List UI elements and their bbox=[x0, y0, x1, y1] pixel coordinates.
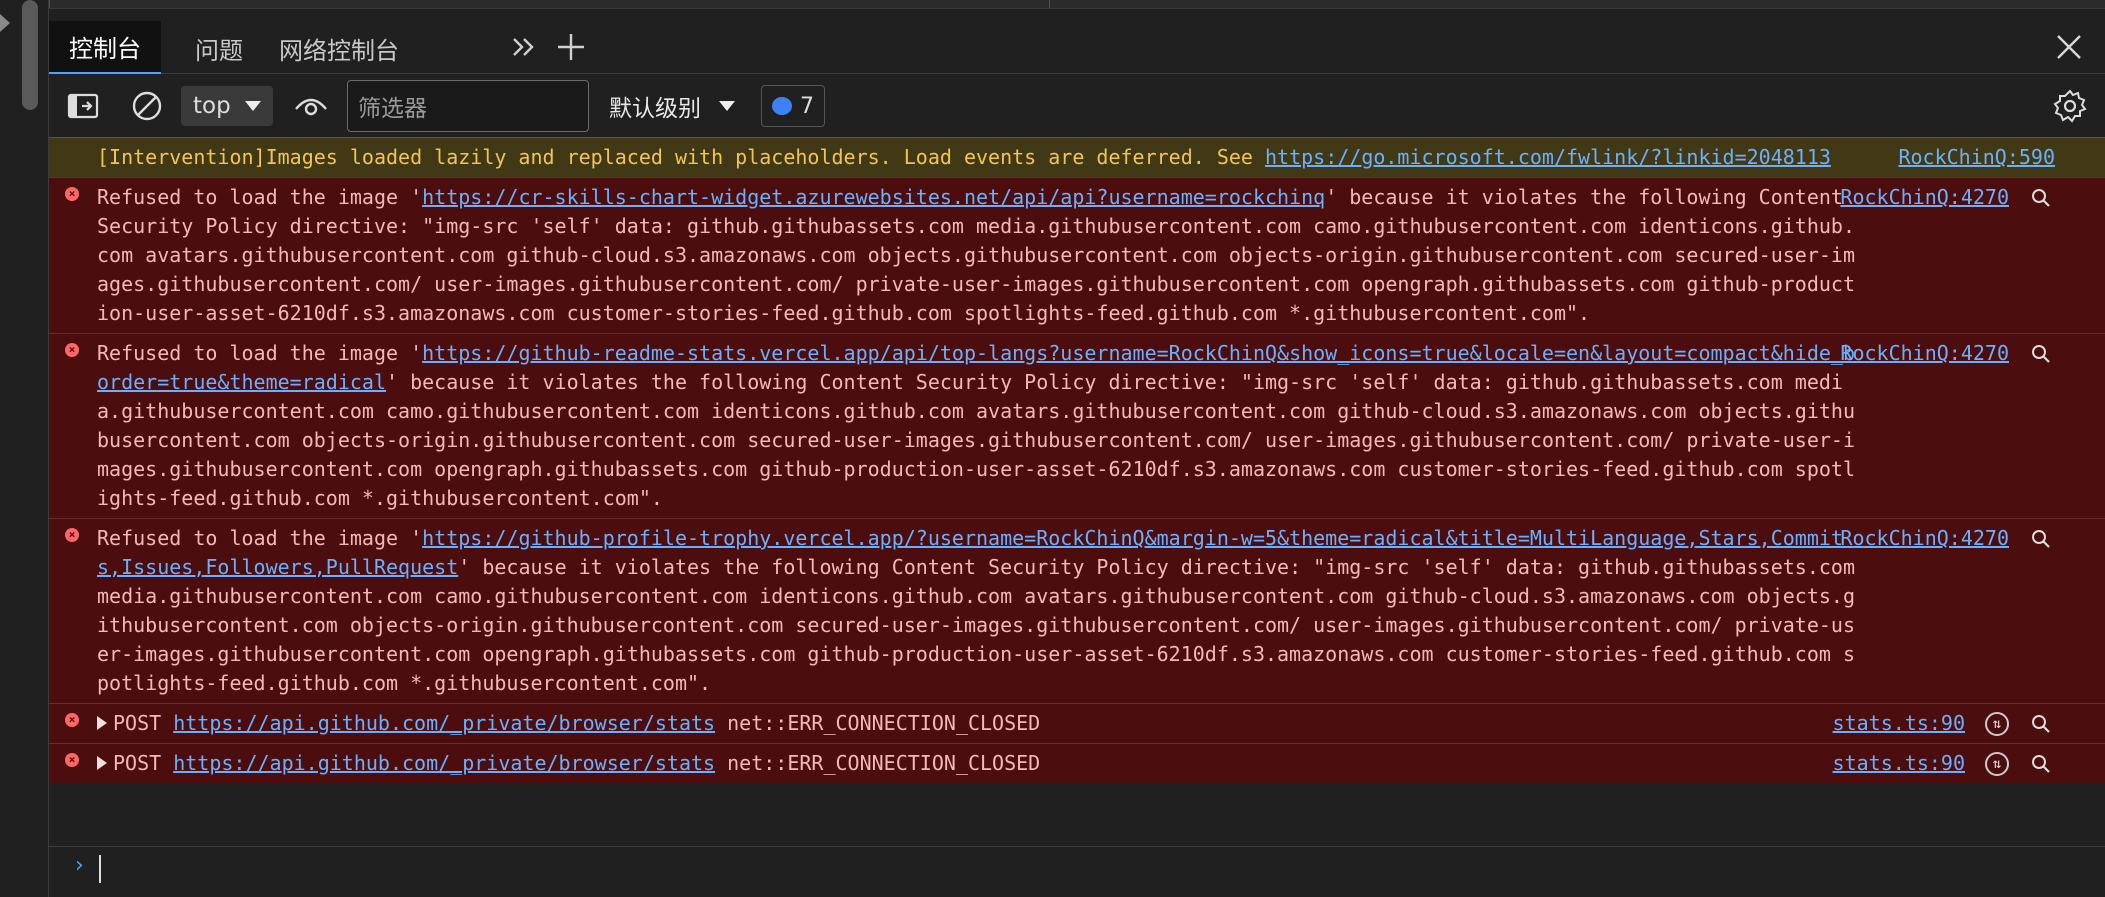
chevron-down-icon bbox=[719, 101, 735, 111]
console-error: × Refused to load the image 'https://git… bbox=[49, 518, 2105, 703]
source-link[interactable]: stats.ts:90 bbox=[1833, 749, 1965, 778]
message-text: [Intervention]Images loaded lazily and r… bbox=[97, 145, 1831, 169]
chevron-down-icon bbox=[244, 101, 261, 111]
expand-triangle-icon[interactable] bbox=[97, 716, 107, 730]
tab-console[interactable]: 控制台 bbox=[49, 21, 161, 75]
message-text: Refused to load the image 'https://githu… bbox=[97, 526, 1855, 695]
source-link[interactable]: RockChinQ:4270 bbox=[1840, 339, 2009, 368]
message-text[interactable]: POST https://api.github.com/_private/bro… bbox=[97, 709, 1857, 738]
prompt-chevron-icon: › bbox=[75, 853, 84, 878]
filter-input[interactable]: 筛选器 bbox=[347, 80, 589, 132]
message-link[interactable]: https://go.microsoft.com/fwlink/?linkid=… bbox=[1265, 145, 1831, 169]
page-scrollbar-thumb[interactable] bbox=[22, 0, 38, 110]
tab-network-console[interactable]: 网络控制台 bbox=[259, 21, 419, 75]
tab-bar: 控制台 问题 网络控制台 bbox=[49, 9, 2105, 75]
console-warning: [Intervention]Images loaded lazily and r… bbox=[49, 137, 2105, 177]
error-icon: × bbox=[65, 753, 79, 767]
expand-triangle-icon[interactable] bbox=[97, 756, 107, 770]
context-select[interactable]: top bbox=[181, 86, 273, 126]
clear-console-icon[interactable] bbox=[131, 86, 163, 126]
message-bubble-icon bbox=[772, 97, 792, 115]
message-count-badge[interactable]: 7 bbox=[761, 85, 825, 127]
error-icon: × bbox=[65, 713, 79, 727]
sidebar-toggle-icon[interactable] bbox=[67, 86, 99, 126]
source-link[interactable]: stats.ts:90 bbox=[1833, 709, 1965, 738]
console-toolbar: top 筛选器 默认级别 7 bbox=[49, 74, 2105, 139]
source-link[interactable]: RockChinQ:4270 bbox=[1840, 183, 2009, 212]
live-expression-icon[interactable] bbox=[294, 86, 328, 126]
close-icon[interactable] bbox=[2049, 27, 2089, 67]
message-link[interactable]: https://api.github.com/_private/browser/… bbox=[173, 711, 715, 735]
search-icon[interactable] bbox=[2031, 529, 2051, 549]
message-count: 7 bbox=[800, 93, 814, 119]
network-request-icon[interactable]: ⇅ bbox=[1985, 712, 2009, 736]
message-text: Refused to load the image 'https://githu… bbox=[97, 341, 1855, 510]
search-icon[interactable] bbox=[2031, 188, 2051, 208]
console-error: × Refused to load the image 'https://git… bbox=[49, 333, 2105, 518]
message-link[interactable]: https://cr-skills-chart-widget.azurewebs… bbox=[422, 185, 1325, 209]
console-error: × Refused to load the image 'https://cr-… bbox=[49, 177, 2105, 333]
source-link[interactable]: RockChinQ:590 bbox=[1898, 143, 2055, 172]
expand-arrow-icon[interactable] bbox=[0, 14, 10, 32]
console-network-error: × POST https://api.github.com/_private/b… bbox=[49, 703, 2105, 743]
top-strip bbox=[49, 0, 2105, 9]
source-link[interactable]: RockChinQ:4270 bbox=[1840, 524, 2009, 553]
text-caret bbox=[99, 855, 101, 883]
message-text: Refused to load the image 'https://cr-sk… bbox=[97, 185, 1855, 325]
message-text[interactable]: POST https://api.github.com/_private/bro… bbox=[97, 749, 1857, 778]
console-prompt[interactable]: › bbox=[49, 846, 2105, 887]
log-level-select[interactable]: 默认级别 bbox=[609, 86, 735, 126]
page-gutter bbox=[0, 0, 49, 897]
search-icon[interactable] bbox=[2031, 754, 2051, 774]
error-icon: × bbox=[65, 528, 79, 542]
search-icon[interactable] bbox=[2031, 714, 2051, 734]
context-value: top bbox=[193, 93, 231, 119]
network-request-icon[interactable]: ⇅ bbox=[1985, 752, 2009, 776]
add-tab-icon[interactable] bbox=[551, 27, 591, 67]
message-link[interactable]: https://api.github.com/_private/browser/… bbox=[173, 751, 715, 775]
error-icon: × bbox=[65, 343, 79, 357]
console-messages: [Intervention]Images loaded lazily and r… bbox=[49, 137, 2105, 783]
gear-icon[interactable] bbox=[2053, 86, 2087, 126]
log-level-label: 默认级别 bbox=[609, 96, 701, 122]
search-icon[interactable] bbox=[2031, 344, 2051, 364]
error-icon: × bbox=[65, 187, 79, 201]
console-network-error: × POST https://api.github.com/_private/b… bbox=[49, 743, 2105, 783]
tab-issues[interactable]: 问题 bbox=[175, 21, 263, 75]
devtools-panel: 控制台 问题 网络控制台 top 筛选器 默认级别 7 [Interventio… bbox=[49, 0, 2105, 897]
more-tabs-icon[interactable] bbox=[504, 27, 544, 67]
